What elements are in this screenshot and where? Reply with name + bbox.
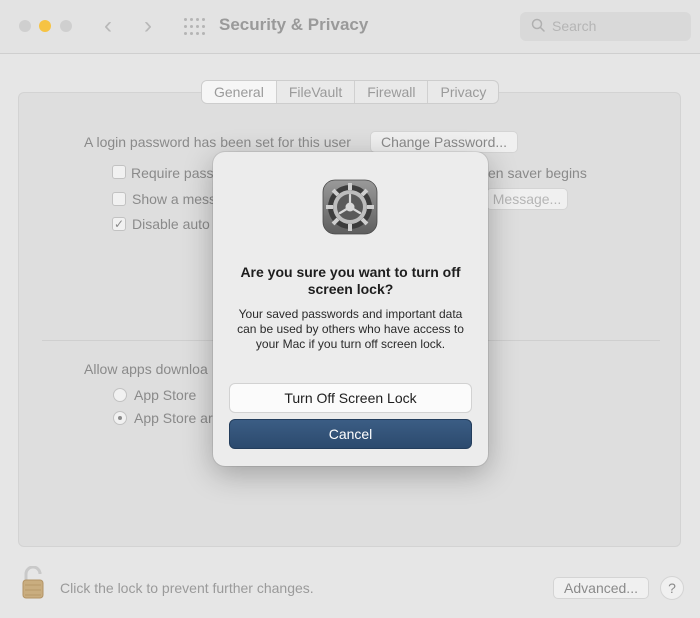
zoom-window-button[interactable]: [60, 20, 72, 32]
close-window-button[interactable]: [19, 20, 31, 32]
lock-status-text: Click the lock to prevent further change…: [60, 580, 314, 596]
tab-firewall[interactable]: Firewall: [355, 81, 429, 103]
forward-arrow-icon[interactable]: ›: [144, 12, 152, 40]
help-button[interactable]: ?: [660, 576, 684, 600]
confirm-dialog: Are you sure you want to turn off screen…: [213, 152, 488, 466]
advanced-button[interactable]: Advanced...: [553, 577, 649, 599]
disable-auto-login-label: Disable auto: [132, 216, 210, 232]
search-input[interactable]: [552, 18, 682, 34]
login-password-text: A login password has been set for this u…: [84, 134, 351, 150]
set-lock-message-button[interactable]: Message...: [486, 188, 568, 210]
app-store-and-identified-label: App Store ar: [134, 410, 213, 426]
require-password-label: Require pass: [131, 165, 214, 181]
show-message-checkbox[interactable]: [112, 192, 126, 206]
turn-off-screen-lock-button[interactable]: Turn Off Screen Lock: [229, 383, 472, 413]
lock-icon[interactable]: [20, 566, 46, 600]
app-store-label: App Store: [134, 387, 197, 403]
tab-general[interactable]: General: [202, 81, 277, 103]
show-message-label: Show a mess: [132, 191, 217, 207]
app-store-radio[interactable]: [113, 388, 127, 402]
dialog-title: Are you sure you want to turn off screen…: [240, 264, 461, 297]
require-password-checkbox[interactable]: [112, 165, 126, 179]
search-field[interactable]: [520, 12, 691, 41]
show-all-grid-icon[interactable]: [184, 18, 205, 36]
back-arrow-icon[interactable]: ‹: [104, 12, 112, 40]
tab-privacy[interactable]: Privacy: [428, 81, 498, 103]
window-title: Security & Privacy: [219, 15, 369, 34]
allow-apps-label: Allow apps downloa: [84, 361, 208, 377]
cancel-button[interactable]: Cancel: [229, 419, 472, 449]
tab-filevault[interactable]: FileVault: [277, 81, 356, 103]
tab-bar: General FileVault Firewall Privacy: [201, 80, 500, 104]
app-store-and-identified-radio[interactable]: [113, 411, 127, 425]
search-icon: [531, 18, 545, 32]
title-bar: ‹ › Security & Privacy: [0, 0, 700, 54]
disable-auto-login-checkbox[interactable]: ✓: [112, 217, 126, 231]
change-password-button[interactable]: Change Password...: [370, 131, 518, 153]
minimize-window-button[interactable]: [39, 20, 51, 32]
require-password-suffix: en saver begins: [488, 165, 587, 181]
dialog-message: Your saved passwords and important data …: [237, 307, 464, 351]
system-preferences-gear-icon: [322, 179, 378, 235]
